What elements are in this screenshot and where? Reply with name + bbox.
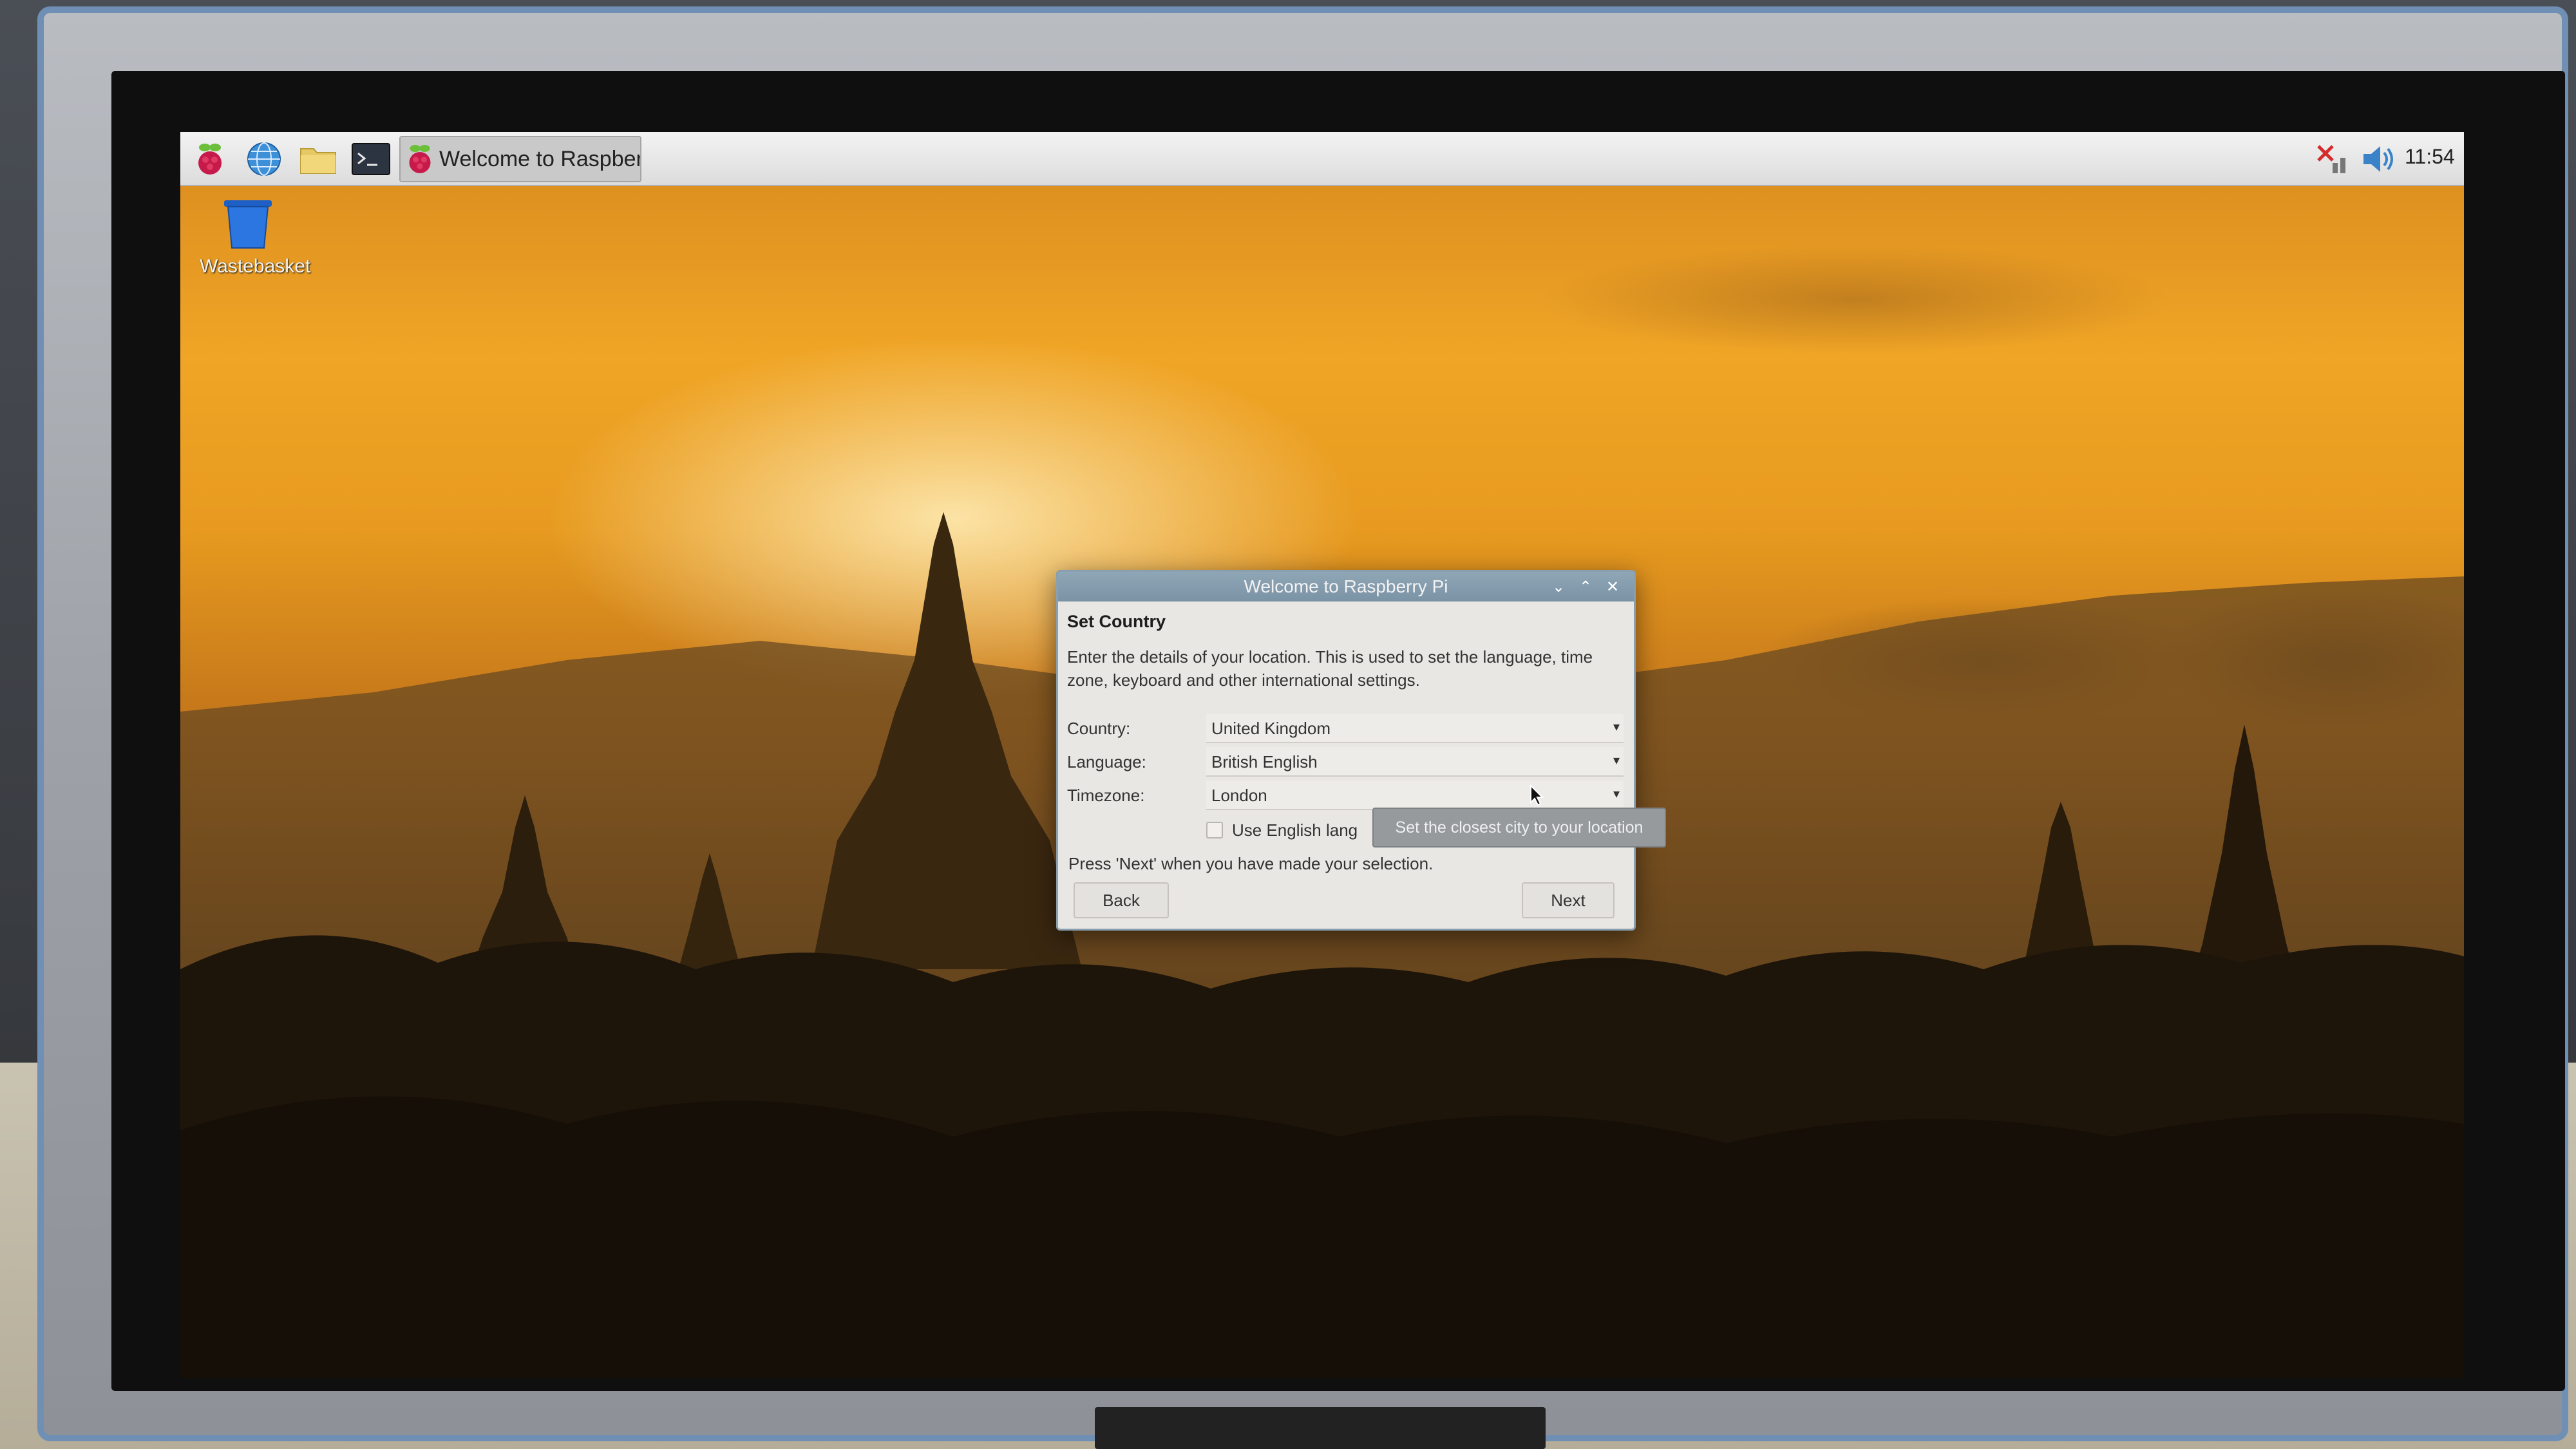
use-english-label[interactable]: Use English lang (1232, 820, 1358, 840)
chevron-down-icon: ▾ (1613, 786, 1620, 801)
wastebasket-label: Wastebasket (200, 256, 311, 277)
monitor-stand (1095, 1407, 1546, 1449)
chevron-down-icon: ▾ (1613, 719, 1620, 734)
raspberry-menu-icon[interactable] (189, 138, 231, 180)
timezone-label: Timezone: (1067, 786, 1145, 805)
taskbar-window-button[interactable]: Welcome to Raspberr... (399, 136, 641, 182)
welcome-dialog: Welcome to Raspberry Pi ⌄ ⌃ ✕ Set Countr… (1056, 570, 1666, 931)
language-select[interactable]: British English ▾ (1206, 747, 1624, 777)
country-select[interactable]: United Kingdom ▾ (1206, 714, 1624, 743)
wastebasket-icon (219, 198, 277, 252)
terminal-icon[interactable] (350, 138, 392, 180)
use-english-checkbox[interactable] (1206, 822, 1223, 838)
language-label: Language: (1067, 752, 1146, 772)
dialog-title: Welcome to Raspberry Pi (1244, 576, 1448, 596)
tooltip-text: Set the closest city to your location (1395, 818, 1643, 837)
network-disconnected-icon[interactable] (2313, 141, 2349, 177)
back-button[interactable]: Back (1074, 882, 1169, 918)
screen: Welcome to Raspberr... 11:54 (180, 132, 2464, 1378)
language-value: British English (1211, 752, 1318, 772)
dialog-heading: Set Country (1067, 612, 1166, 631)
next-button[interactable]: Next (1522, 882, 1615, 918)
timezone-value: London (1211, 786, 1267, 805)
dialog-titlebar[interactable]: Welcome to Raspberry Pi ⌄ ⌃ ✕ (1058, 572, 1634, 601)
timezone-tooltip: Set the closest city to your location (1372, 808, 1666, 848)
web-browser-icon[interactable] (243, 138, 285, 180)
country-value: United Kingdom (1211, 719, 1331, 738)
minimize-icon[interactable]: ⌄ (1548, 576, 1569, 598)
mouse-cursor-icon (1530, 784, 1545, 806)
maximize-icon[interactable]: ⌃ (1575, 576, 1596, 598)
dialog-description: Enter the details of your location. This… (1067, 647, 1593, 690)
language-row: Language: British English ▾ (1067, 747, 1627, 777)
raspberry-app-icon (406, 144, 434, 175)
close-icon[interactable]: ✕ (1602, 576, 1624, 598)
taskbar: Welcome to Raspberr... 11:54 (180, 132, 2464, 186)
desktop-icon-wastebasket[interactable]: Wastebasket (200, 198, 311, 278)
taskbar-window-label: Welcome to Raspberr... (439, 146, 640, 171)
country-row: Country: United Kingdom ▾ (1067, 714, 1627, 743)
clock[interactable]: 11:54 (2405, 145, 2455, 169)
timezone-select[interactable]: London ▾ (1206, 781, 1624, 810)
chevron-down-icon: ▾ (1613, 752, 1620, 768)
file-manager-icon[interactable] (298, 138, 339, 180)
volume-icon[interactable] (2360, 141, 2398, 177)
country-label: Country: (1067, 719, 1131, 738)
dialog-hint: Press 'Next' when you have made your sel… (1068, 854, 1434, 873)
